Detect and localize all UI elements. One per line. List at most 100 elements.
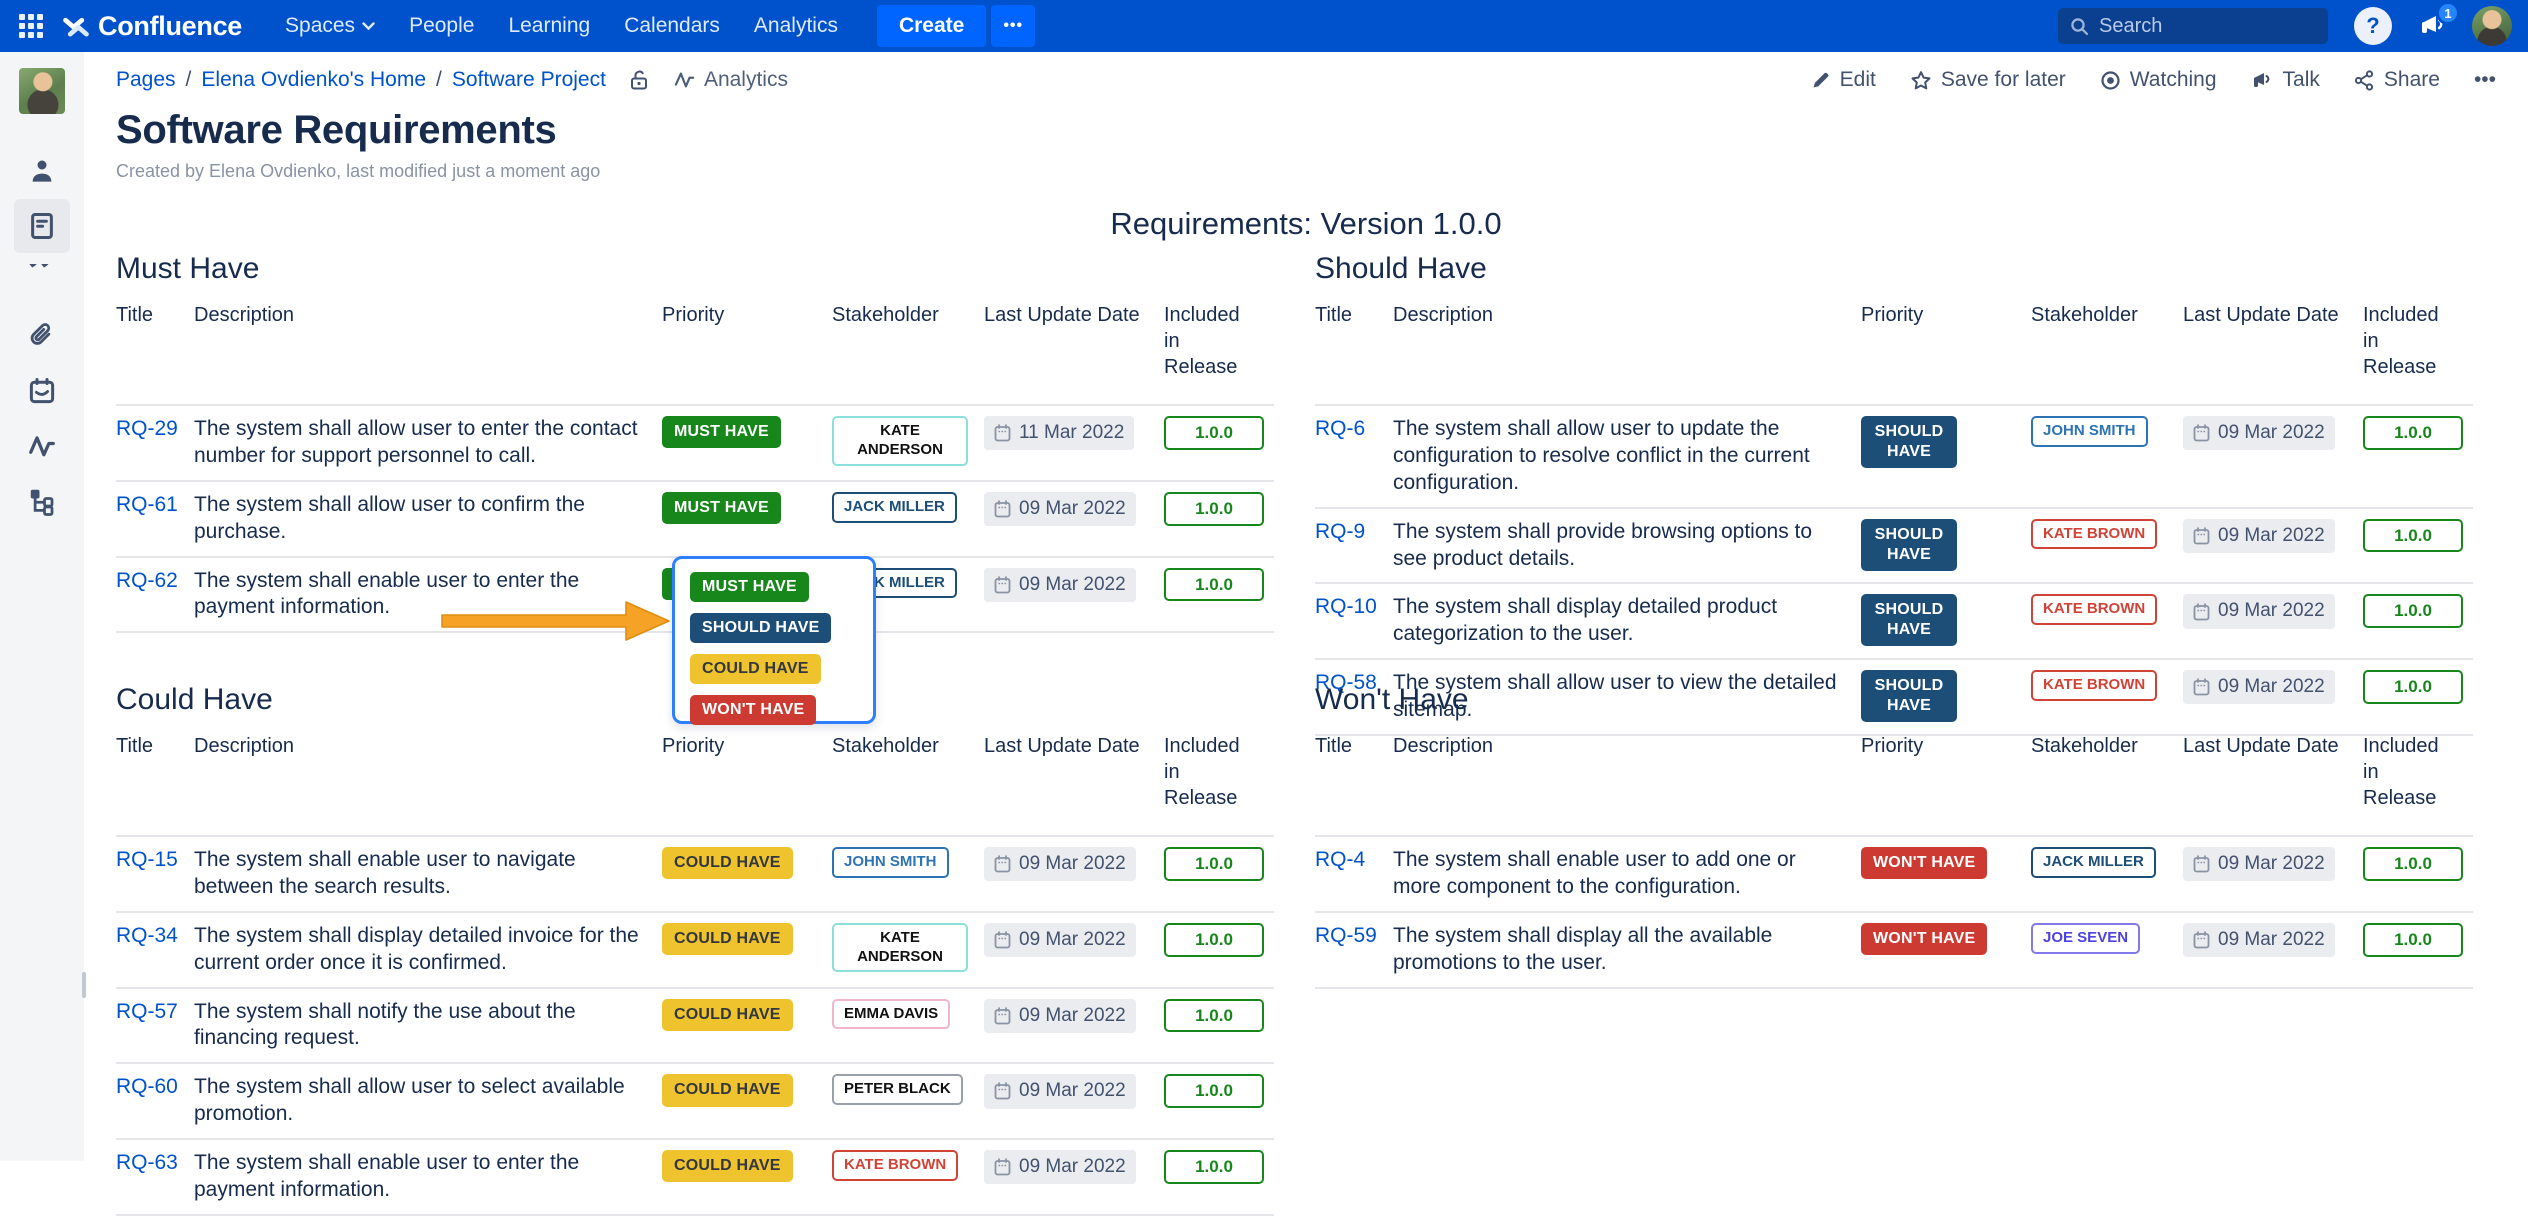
stakeholder-badge[interactable]: JACK MILLER [2031, 847, 2156, 878]
priority-badge[interactable]: MUST HAVE [662, 492, 781, 524]
priority-badge[interactable]: SHOULD HAVE [1861, 670, 1957, 722]
release-badge[interactable]: 1.0.0 [2363, 416, 2463, 450]
stakeholder-badge[interactable]: KATE BROWN [2031, 594, 2157, 625]
nav-item-learning[interactable]: Learning [508, 14, 590, 38]
date-badge[interactable]: 09 Mar 2022 [984, 492, 1136, 526]
release-badge[interactable]: 1.0.0 [1164, 1150, 1264, 1184]
release-badge[interactable]: 1.0.0 [2363, 594, 2463, 628]
breadcrumb-pages[interactable]: Pages [116, 68, 176, 92]
stakeholder-badge[interactable]: PETER BLACK [832, 1074, 963, 1105]
stakeholder-badge[interactable]: JACK MILLER [832, 492, 957, 523]
release-badge[interactable]: 1.0.0 [2363, 519, 2463, 553]
dropdown-option-wont-have[interactable]: WON'T HAVE [690, 695, 816, 725]
sidebar-item-analytics[interactable] [14, 419, 70, 473]
search-box[interactable] [2058, 8, 2328, 44]
release-badge[interactable]: 1.0.0 [2363, 847, 2463, 881]
unlock-icon[interactable] [628, 68, 650, 92]
requirement-link[interactable]: RQ-6 [1315, 417, 1365, 440]
date-badge[interactable]: 09 Mar 2022 [2183, 519, 2335, 553]
priority-badge[interactable]: SHOULD HAVE [1861, 416, 1957, 468]
stakeholder-badge[interactable]: KATE BROWN [832, 1150, 958, 1181]
create-button[interactable]: Create [877, 5, 986, 47]
search-input[interactable] [2099, 15, 2299, 38]
sidebar-item-attachments[interactable] [14, 309, 70, 363]
help-button[interactable]: ? [2354, 7, 2392, 45]
dropdown-option-should-have[interactable]: SHOULD HAVE [690, 613, 831, 643]
save-for-later-button[interactable]: Save for later [1910, 68, 2066, 92]
requirement-link[interactable]: RQ-9 [1315, 520, 1365, 543]
release-badge[interactable]: 1.0.0 [1164, 999, 1264, 1033]
date-badge[interactable]: 09 Mar 2022 [2183, 594, 2335, 628]
date-badge[interactable]: 09 Mar 2022 [2183, 847, 2335, 881]
requirement-link[interactable]: RQ-4 [1315, 848, 1365, 871]
sidebar-resize-handle[interactable] [82, 972, 86, 998]
nav-item-people[interactable]: People [409, 14, 474, 38]
release-badge[interactable]: 1.0.0 [1164, 492, 1264, 526]
date-badge[interactable]: 09 Mar 2022 [984, 568, 1136, 602]
priority-badge[interactable]: SHOULD HAVE [1861, 594, 1957, 646]
page-more-button[interactable]: ••• [2474, 68, 2496, 92]
priority-badge[interactable]: COULD HAVE [662, 1150, 793, 1182]
user-avatar[interactable] [2472, 6, 2512, 46]
requirement-link[interactable]: RQ-57 [116, 1000, 178, 1023]
date-badge[interactable]: 09 Mar 2022 [984, 999, 1136, 1033]
release-badge[interactable]: 1.0.0 [1164, 923, 1264, 957]
nav-item-spaces[interactable]: Spaces [285, 14, 375, 38]
release-badge[interactable]: 1.0.0 [1164, 568, 1264, 602]
requirement-link[interactable]: RQ-61 [116, 493, 178, 516]
date-badge[interactable]: 09 Mar 2022 [984, 1150, 1136, 1184]
priority-badge[interactable]: COULD HAVE [662, 999, 793, 1031]
edit-button[interactable]: Edit [1811, 68, 1876, 92]
nav-item-calendars[interactable]: Calendars [624, 14, 720, 38]
analytics-link[interactable]: Analytics [674, 68, 788, 92]
date-badge[interactable]: 09 Mar 2022 [2183, 416, 2335, 450]
stakeholder-badge[interactable]: KATE BROWN [2031, 519, 2157, 550]
date-badge[interactable]: 11 Mar 2022 [984, 416, 1134, 450]
stakeholder-badge[interactable]: KATE ANDERSON [832, 923, 968, 973]
priority-badge[interactable]: MUST HAVE [662, 416, 781, 448]
release-badge[interactable]: 1.0.0 [1164, 847, 1264, 881]
watching-button[interactable]: Watching [2100, 68, 2217, 92]
requirement-link[interactable]: RQ-34 [116, 924, 178, 947]
priority-badge[interactable]: SHOULD HAVE [1861, 519, 1957, 571]
stakeholder-badge[interactable]: KATE ANDERSON [832, 416, 968, 466]
release-badge[interactable]: 1.0.0 [1164, 416, 1264, 450]
notifications-button[interactable]: 1 [2412, 5, 2454, 47]
nav-more-button[interactable]: ••• [991, 5, 1035, 47]
sidebar-item-page-tree[interactable] [14, 474, 70, 528]
requirement-link[interactable]: RQ-63 [116, 1151, 178, 1174]
priority-badge[interactable]: COULD HAVE [662, 923, 793, 955]
requirement-link[interactable]: RQ-29 [116, 417, 178, 440]
priority-badge[interactable]: COULD HAVE [662, 1074, 793, 1106]
dropdown-option-must-have[interactable]: MUST HAVE [690, 572, 809, 602]
stakeholder-badge[interactable]: JOE SEVEN [2031, 923, 2140, 954]
space-avatar[interactable] [19, 68, 65, 114]
talk-button[interactable]: Talk [2251, 68, 2320, 92]
date-badge[interactable]: 09 Mar 2022 [984, 923, 1136, 957]
stakeholder-badge[interactable]: JOHN SMITH [832, 847, 949, 878]
breadcrumb-home[interactable]: Elena Ovdienko's Home [201, 68, 426, 92]
release-badge[interactable]: 1.0.0 [2363, 670, 2463, 704]
requirement-link[interactable]: RQ-10 [1315, 595, 1377, 618]
priority-badge[interactable]: COULD HAVE [662, 847, 793, 879]
stakeholder-badge[interactable]: KATE BROWN [2031, 670, 2157, 701]
priority-badge[interactable]: WON'T HAVE [1861, 923, 1987, 955]
date-badge[interactable]: 09 Mar 2022 [984, 847, 1136, 881]
sidebar-item-pages[interactable] [14, 199, 70, 253]
share-button[interactable]: Share [2354, 68, 2440, 92]
sidebar-item-blog[interactable]: ” [14, 254, 70, 308]
date-badge[interactable]: 09 Mar 2022 [2183, 923, 2335, 957]
requirement-link[interactable]: RQ-62 [116, 569, 178, 592]
requirement-link[interactable]: RQ-60 [116, 1075, 178, 1098]
requirement-link[interactable]: RQ-59 [1315, 924, 1377, 947]
sidebar-item-calendars[interactable] [14, 364, 70, 418]
release-badge[interactable]: 1.0.0 [1164, 1074, 1264, 1108]
date-badge[interactable]: 09 Mar 2022 [984, 1074, 1136, 1108]
priority-badge[interactable]: WON'T HAVE [1861, 847, 1987, 879]
dropdown-option-could-have[interactable]: COULD HAVE [690, 654, 821, 684]
app-switcher-icon[interactable] [10, 5, 52, 47]
breadcrumb-space[interactable]: Software Project [452, 68, 606, 92]
stakeholder-badge[interactable]: EMMA DAVIS [832, 999, 950, 1030]
sidebar-item-people[interactable] [14, 144, 70, 198]
release-badge[interactable]: 1.0.0 [2363, 923, 2463, 957]
